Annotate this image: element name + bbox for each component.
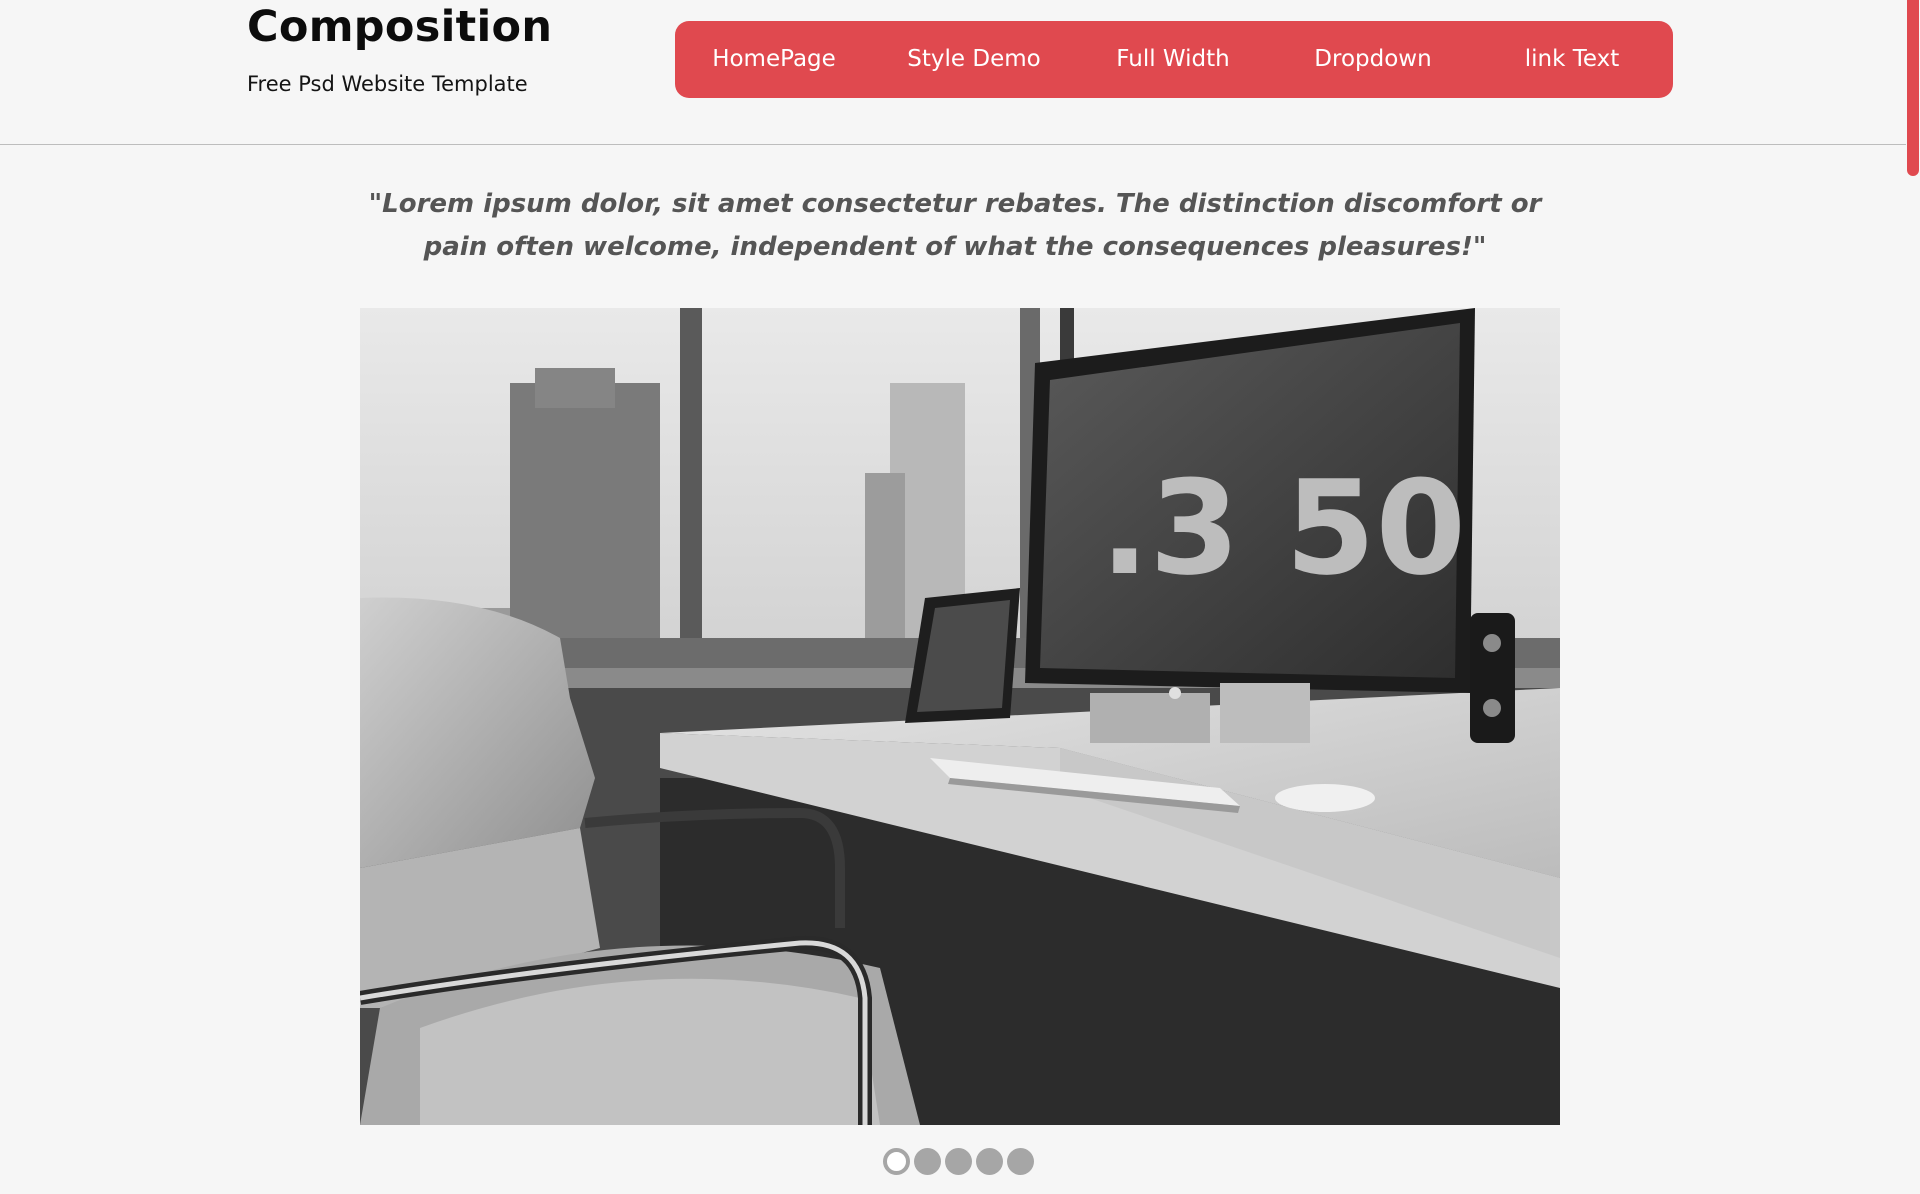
nav-item-style-demo[interactable]: Style Demo bbox=[907, 21, 1040, 98]
clock-display: .3 50 bbox=[1100, 452, 1466, 604]
office-desk-photo: .3 50 bbox=[360, 308, 1560, 1125]
slider-dot-1[interactable] bbox=[883, 1148, 910, 1175]
nav-item-dropdown[interactable]: Dropdown bbox=[1314, 21, 1431, 98]
page: Composition Free Psd Website Template Ho… bbox=[0, 0, 1920, 1194]
nav-item-link-text[interactable]: link Text bbox=[1525, 21, 1620, 98]
slider-dot-5[interactable] bbox=[1007, 1148, 1034, 1175]
scrollbar-thumb[interactable] bbox=[1907, 0, 1919, 176]
site-header: Composition Free Psd Website Template Ho… bbox=[0, 0, 1906, 145]
page-scrollbar[interactable] bbox=[1906, 0, 1920, 1194]
intro-quote: "Lorem ipsum dolor, sit amet consectetur… bbox=[368, 189, 1542, 262]
site-title[interactable]: Composition bbox=[247, 2, 552, 52]
slider-dot-4[interactable] bbox=[976, 1148, 1003, 1175]
nav-item-full-width[interactable]: Full Width bbox=[1116, 21, 1229, 98]
hero-image: .3 50 bbox=[360, 308, 1560, 1125]
slider-dot-3[interactable] bbox=[945, 1148, 972, 1175]
nav-item-homepage[interactable]: HomePage bbox=[712, 21, 836, 98]
site-subtitle: Free Psd Website Template bbox=[247, 72, 528, 96]
slider-dot-2[interactable] bbox=[914, 1148, 941, 1175]
slider-dots bbox=[883, 1148, 1034, 1176]
main-nav: HomePage Style Demo Full Width Dropdown … bbox=[675, 21, 1673, 98]
